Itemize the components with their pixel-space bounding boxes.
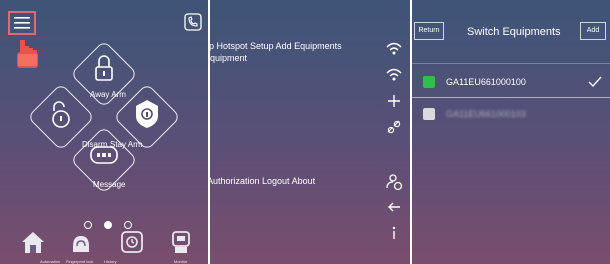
hotspot-wifi-icon[interactable] xyxy=(385,66,403,84)
home-icon xyxy=(22,232,44,253)
page-title: Switch Equipments xyxy=(467,26,561,38)
device-status-icon xyxy=(423,76,435,88)
return-button[interactable]: Return xyxy=(414,22,444,40)
menu-button[interactable] xyxy=(8,11,36,35)
hamburger-icon xyxy=(14,17,30,29)
lock-closed-icon xyxy=(95,55,113,81)
page-dot[interactable] xyxy=(124,221,132,229)
user-clock-icon[interactable] xyxy=(385,173,403,191)
pointer-hand-icon xyxy=(17,40,38,68)
message-label: Message xyxy=(93,180,126,189)
sms-icon xyxy=(90,146,118,164)
history-icon xyxy=(121,231,143,253)
page-dot-active[interactable] xyxy=(104,221,112,229)
menu-items-top[interactable]: Wifi Setup Hotspot Setup Add Equipments … xyxy=(210,40,363,64)
switch-equipments-screen: Return Switch Equipments Add GA11EU66100… xyxy=(412,0,610,264)
add-button[interactable]: Add xyxy=(580,22,606,40)
checkmark-icon xyxy=(588,76,602,88)
link-icon[interactable] xyxy=(385,118,403,136)
divider xyxy=(412,97,610,98)
info-icon[interactable] xyxy=(385,224,403,242)
page-dot[interactable] xyxy=(84,221,92,229)
divider xyxy=(412,63,610,64)
side-menu-screen: Wifi Setup Hotspot Setup Add Equipments … xyxy=(210,0,410,264)
device-name-blurred: GA11EU661000103 xyxy=(446,109,526,119)
shield-lock-icon xyxy=(136,100,158,128)
monitor-robot-icon xyxy=(172,231,190,253)
wifi-icon[interactable] xyxy=(385,40,403,58)
menu-items-bottom[interactable]: Authorization Logout About xyxy=(210,175,317,187)
plus-icon[interactable] xyxy=(385,92,403,110)
fingerprint-icon xyxy=(73,236,89,252)
device-name: GA11EU661000100 xyxy=(446,77,526,87)
home-screen: Away Arm Disarm Stay Arm Message Automat… xyxy=(0,0,208,264)
lock-open-icon xyxy=(52,101,70,128)
away-arm-label: Away Arm xyxy=(90,90,126,99)
phone-icon[interactable] xyxy=(184,13,202,31)
device-status-icon xyxy=(423,108,435,120)
arrow-left-icon[interactable] xyxy=(385,198,403,216)
